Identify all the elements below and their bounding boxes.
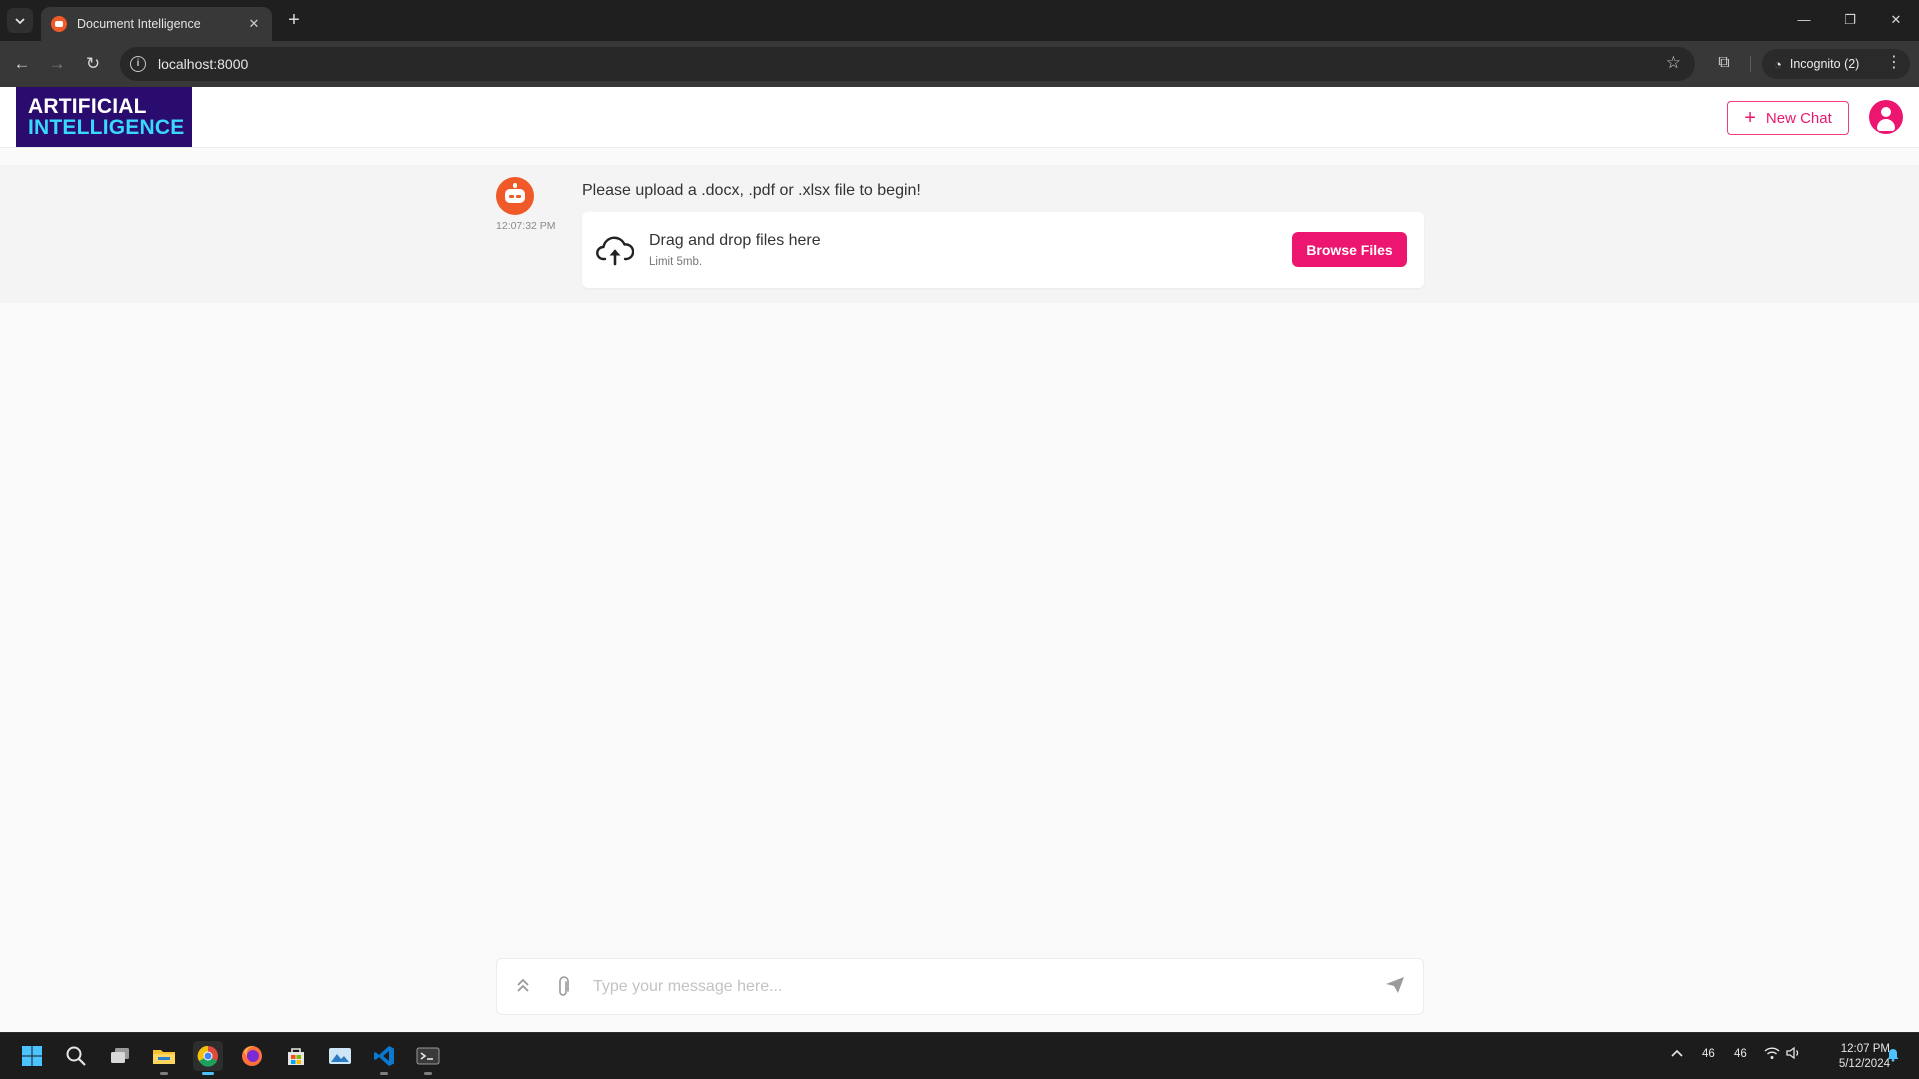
plus-icon: + <box>1744 107 1756 129</box>
photos-icon[interactable] <box>325 1041 355 1071</box>
incognito-icon: ◔ <box>1774 56 1782 72</box>
browser-tab-active[interactable]: Document Intelligence ✕ <box>41 7 272 41</box>
bot-message-text: Please upload a .docx, .pdf or .xlsx fil… <box>582 182 921 199</box>
tab-search-button[interactable] <box>7 8 33 33</box>
user-avatar-icon[interactable] <box>1869 100 1903 134</box>
incognito-label: Incognito (2) <box>1789 57 1860 71</box>
clock-date: 5/12/2024 <box>1838 1058 1890 1070</box>
dropzone-limit: Limit 5mb. <box>649 256 703 268</box>
taskbar-clock[interactable]: 12:07 PM 5/12/2024 <box>1810 1042 1890 1072</box>
search-icon[interactable] <box>61 1041 91 1071</box>
reload-icon[interactable]: ↻ <box>81 52 105 76</box>
browser-toolbar: ← → ↻ i localhost:8000 ☆ ⧉ ◔ Incognito (… <box>0 41 1919 87</box>
forward-arrow-icon[interactable]: → <box>45 52 69 76</box>
address-bar[interactable]: i localhost:8000 ☆ <box>120 47 1695 81</box>
site-info-icon[interactable]: i <box>130 56 146 72</box>
new-tab-button[interactable]: + <box>281 8 307 34</box>
windows-taskbar: 46 46 12:07 PM 5/12/2024 <box>0 1032 1919 1079</box>
paperclip-icon[interactable] <box>552 976 574 998</box>
browse-files-button[interactable]: Browse Files <box>1292 232 1407 267</box>
tab-title: Document Intelligence <box>77 17 201 31</box>
close-tab-icon[interactable]: ✕ <box>246 16 262 32</box>
task-view-icon[interactable] <box>105 1041 135 1071</box>
notification-bell-icon[interactable] <box>1886 1046 1900 1065</box>
volume-icon[interactable] <box>1786 1046 1802 1063</box>
logo-line-1: ARTIFICIAL <box>28 95 147 118</box>
file-dropzone[interactable]: Drag and drop files here Limit 5mb. Brow… <box>582 212 1424 288</box>
app-logo[interactable]: ARTIFICIAL INTELLIGENCE <box>16 87 192 147</box>
message-timestamp: 12:07:32 PM <box>496 220 556 232</box>
chevron-down-icon <box>15 17 25 24</box>
extensions-puzzle-icon[interactable]: ⧉ <box>1713 52 1735 74</box>
clock-time: 12:07 PM <box>1840 1043 1890 1055</box>
tray-value-2[interactable]: 46 <box>1734 1048 1747 1060</box>
logo-line-2: INTELLIGENCE <box>28 116 185 139</box>
chrome-taskbar-icon[interactable] <box>193 1041 223 1075</box>
bot-avatar-icon <box>496 177 534 215</box>
bot-favicon-icon <box>51 16 67 32</box>
address-url[interactable]: localhost:8000 <box>158 56 248 72</box>
firefox-icon[interactable] <box>237 1041 267 1071</box>
browser-tabstrip: Document Intelligence ✕ + — ❐ ✕ <box>0 0 1919 41</box>
back-arrow-icon[interactable]: ← <box>10 52 34 76</box>
microsoft-store-icon[interactable] <box>281 1041 311 1071</box>
restore-icon[interactable]: ❐ <box>1840 10 1860 30</box>
chevron-up-tray-icon[interactable] <box>1670 1046 1684 1061</box>
toolbar-divider <box>1750 56 1751 72</box>
start-windows-icon[interactable] <box>17 1041 47 1071</box>
message-input[interactable] <box>593 971 1353 1003</box>
app-header: ARTIFICIAL INTELLIGENCE + New Chat <box>0 87 1919 148</box>
terminal-icon[interactable] <box>413 1041 443 1075</box>
more-menu-icon[interactable]: ⋮ <box>1886 52 1902 72</box>
new-chat-label: New Chat <box>1765 109 1832 127</box>
wifi-icon[interactable] <box>1764 1046 1780 1063</box>
message-composer <box>496 958 1424 1015</box>
dropzone-title: Drag and drop files here <box>649 232 821 249</box>
cloud-upload-icon <box>596 236 634 266</box>
file-explorer-icon[interactable] <box>149 1041 179 1075</box>
send-icon[interactable] <box>1384 976 1406 998</box>
minimize-icon[interactable]: — <box>1794 10 1814 30</box>
bookmark-star-icon[interactable]: ☆ <box>1666 53 1681 73</box>
close-window-icon[interactable]: ✕ <box>1886 10 1906 30</box>
double-chevron-up-icon[interactable] <box>512 976 534 998</box>
vscode-icon[interactable] <box>369 1041 399 1075</box>
new-chat-button[interactable]: + New Chat <box>1727 101 1849 135</box>
tray-value-1[interactable]: 46 <box>1702 1048 1715 1060</box>
